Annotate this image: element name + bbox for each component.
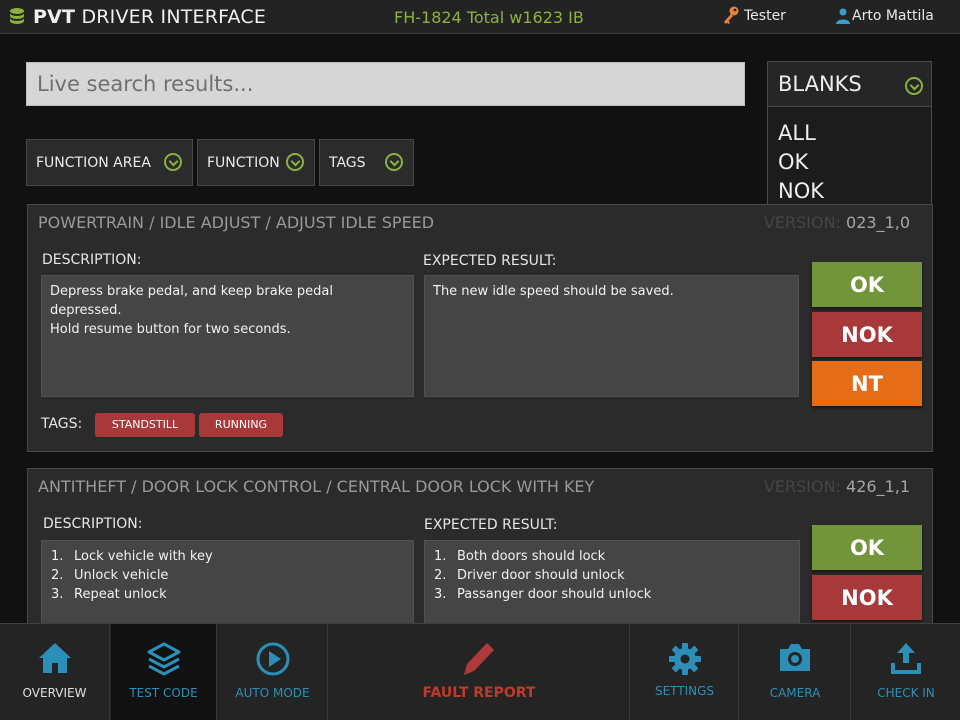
pencil-icon [464,643,494,675]
description-label: DESCRIPTION: [43,516,143,532]
search-input[interactable] [26,62,745,106]
bottom-navigation: OVERVIEW TEST CODE AUTO MODE FAULT REPOR… [0,623,960,720]
function-area-filter-label: FUNCTION AREA [36,155,151,171]
function-filter-label: FUNCTION [207,155,280,171]
expected-result-label: EXPECTED RESULT: [424,517,558,533]
play-icon [256,642,289,676]
nav-auto-mode[interactable]: AUTO MODE [218,624,328,720]
description-label: DESCRIPTION: [42,252,142,268]
camera-icon [780,644,810,671]
description-step: 1. Lock vehicle with key [51,549,213,564]
home-icon [38,643,71,673]
nt-button[interactable]: NT [812,361,922,406]
expected-result-box: 1. Both doors should lock 2. Driver door s… [424,540,800,630]
expected-result-line: The new idle speed should be saved. [433,284,674,299]
result-filter-selected[interactable]: BLANKS [768,62,931,107]
test-card-title: ANTITHEFT / DOOR LOCK CONTROL / CENTRAL … [38,477,595,496]
function-filter[interactable]: FUNCTION [197,139,315,186]
description-line: Depress brake pedal, and keep brake peda… [50,284,333,318]
description-line: Hold resume button for two seconds. [50,322,291,337]
tags-filter-label: TAGS [329,155,366,171]
expected-result-step: 1. Both doors should lock [434,549,606,564]
result-filter-option-all[interactable]: ALL [768,119,931,148]
top-bar: PVT DRIVER INTERFACE FH-1824 Total w1623… [0,0,960,34]
user-indicator[interactable]: Arto Mattila [835,8,934,24]
gear-icon [668,643,701,675]
result-filter-dropdown[interactable]: BLANKS ALL OK NOK [767,61,932,216]
nav-camera[interactable]: CAMERA [740,624,851,720]
result-filter-label: BLANKS [778,72,862,96]
chevron-down-icon [385,153,403,171]
nav-auto-mode-label: AUTO MODE [235,686,310,700]
function-area-filter[interactable]: FUNCTION AREA [26,139,193,186]
upload-icon [891,643,921,674]
nav-settings-label: SETTINGS [654,684,715,698]
ok-button[interactable]: OK [812,525,922,570]
nav-overview[interactable]: OVERVIEW [0,624,110,720]
tag-standstill[interactable]: STANDSTILL [95,413,195,437]
chevron-down-icon [286,153,304,171]
test-card-version: VERSION: 426_1,1 [763,477,910,496]
test-card-title: POWERTRAIN / IDLE ADJUST / ADJUST IDLE S… [38,213,435,232]
nav-camera-label: CAMERA [769,686,821,700]
description-step: 3. Repeat unlock [51,587,167,602]
user-icon [836,8,850,24]
ok-button[interactable]: OK [812,262,922,307]
nav-check-in[interactable]: CHECK IN [852,624,960,720]
nav-overview-label: OVERVIEW [22,686,87,700]
nok-button[interactable]: NOK [812,575,922,620]
expected-result-label: EXPECTED RESULT: [423,253,557,269]
layers-icon [147,642,180,676]
expected-result-box: The new idle speed should be saved. [424,275,799,397]
app-title: PVT DRIVER INTERFACE [33,6,267,28]
database-icon [10,8,24,24]
role-indicator[interactable]: Tester [720,6,786,24]
chevron-down-icon [905,77,923,95]
nav-check-in-label: CHECK IN [877,686,935,700]
expected-result-step: 3. Passanger door should unlock [434,587,652,602]
chevron-down-icon [164,153,182,171]
tag-running[interactable]: RUNNING [199,413,283,437]
key-icon [724,6,739,24]
test-card: ANTITHEFT / DOOR LOCK CONTROL / CENTRAL … [27,468,933,638]
tags-label: TAGS: [41,416,83,432]
tags-filter[interactable]: TAGS [319,139,414,186]
description-step: 2. Unlock vehicle [51,568,169,583]
nav-test-code[interactable]: TEST CODE [111,624,217,720]
nok-button[interactable]: NOK [812,312,922,357]
nav-fault-report[interactable]: FAULT REPORT [329,624,630,720]
nav-fault-report-label: FAULT REPORT [422,685,536,701]
nav-test-code-label: TEST CODE [129,686,198,700]
expected-result-step: 2. Driver door should unlock [434,568,625,583]
test-card: POWERTRAIN / IDLE ADJUST / ADJUST IDLE S… [27,204,933,452]
description-box: Depress brake pedal, and keep brake peda… [41,275,414,397]
result-filter-option-ok[interactable]: OK [768,148,931,177]
result-filter-option-nok[interactable]: NOK [768,177,931,206]
document-title: FH-1824 Total w1623 IB [394,8,584,27]
test-card-version: VERSION: 023_1,0 [763,213,910,232]
description-box: 1. Lock vehicle with key 2. Unlock vehicle… [41,540,414,630]
nav-settings[interactable]: SETTINGS [631,624,739,720]
